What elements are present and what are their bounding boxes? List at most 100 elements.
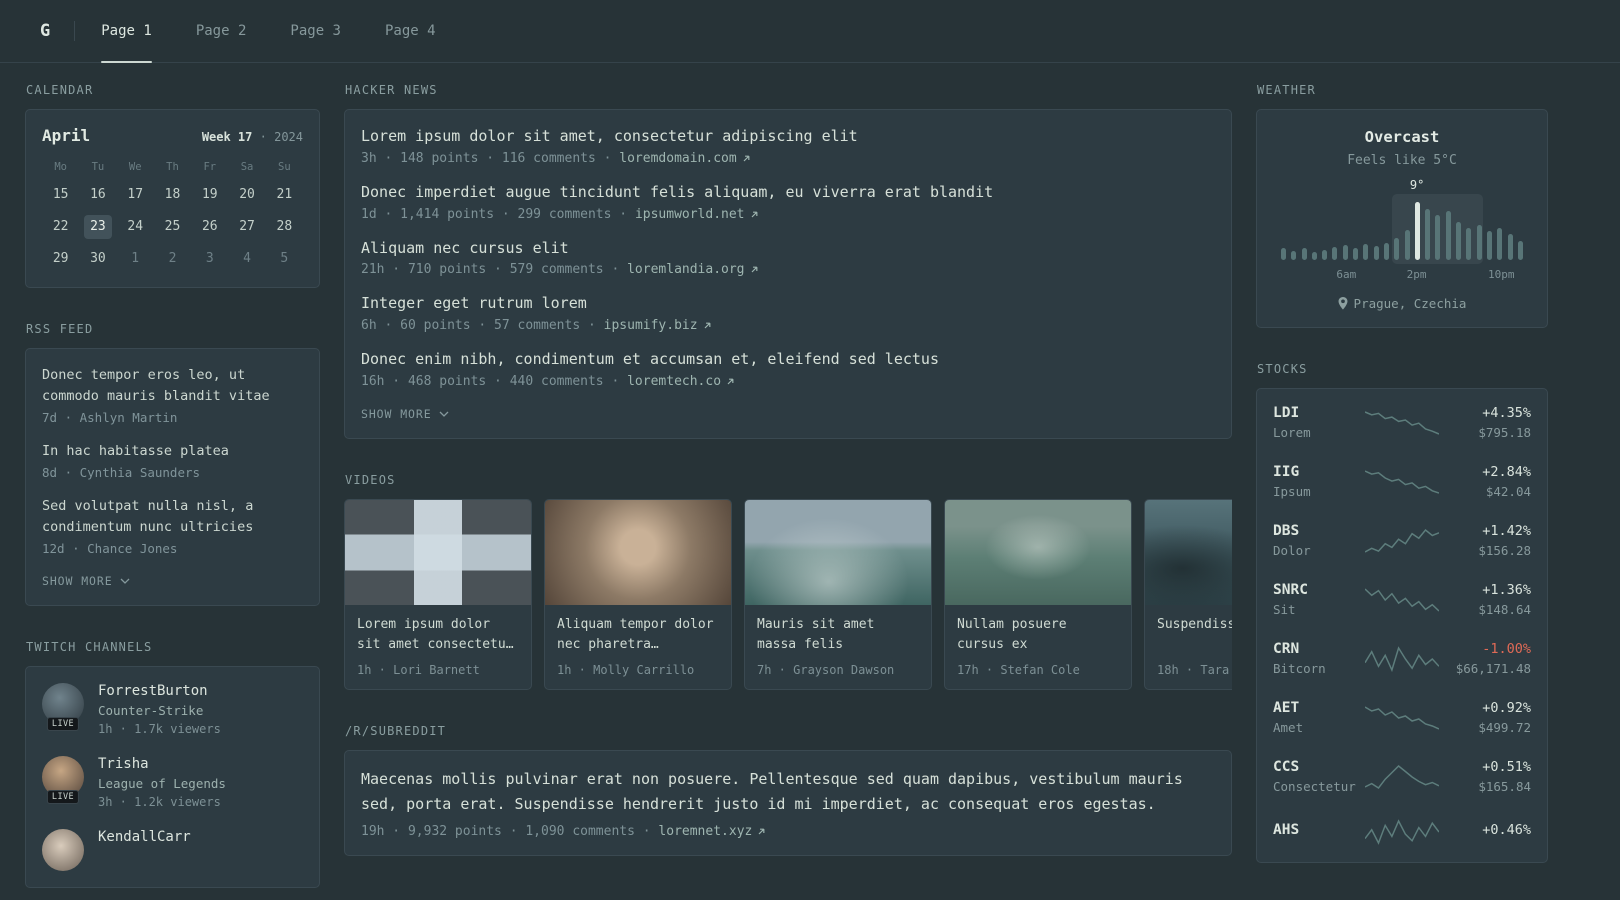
calendar-day: 18 [164, 187, 181, 202]
rss-widget-header: RSS FEED [26, 322, 94, 336]
twitch-channel-game: League of Legends [98, 775, 226, 791]
hn-item-domain-link[interactable]: loremdomain.com [619, 151, 750, 166]
tab-page-1[interactable]: Page 1 [101, 0, 152, 63]
subreddit-post-domain-link[interactable]: loremnet.xyz [658, 824, 766, 839]
rss-item-title[interactable]: In hac habitasse platea [42, 441, 303, 462]
rss-item-title[interactable]: Sed volutpat nulla nisl, a condimentum n… [42, 496, 303, 538]
video-card[interactable]: Nullam posuere cursus ex 17h · Stefan Co… [944, 498, 1132, 690]
weather-bar [1507, 234, 1513, 260]
weather-bar [1342, 245, 1348, 260]
hn-item-title[interactable]: Integer eget rutrum lorem [361, 293, 1215, 315]
stock-name: Bitcorn [1273, 661, 1326, 676]
stock-row[interactable]: AHS +0.46% [1273, 818, 1531, 846]
stock-price: $148.64 [1478, 602, 1531, 617]
stock-sparkline [1365, 819, 1439, 845]
video-thumbnail [345, 499, 531, 605]
stock-ticker: SNRC [1273, 582, 1308, 598]
hn-show-more-button[interactable]: SHOW MORE [361, 407, 449, 421]
twitch-channel-row[interactable]: KendallCarr [42, 828, 303, 871]
twitch-channel-row[interactable]: LIVE ForrestBurton Counter-Strike 1h · 1… [42, 682, 303, 736]
video-card[interactable]: Aliquam tempor dolor nec pharetra… 1h · … [544, 498, 732, 690]
rss-show-more-button[interactable]: SHOW MORE [42, 574, 130, 588]
twitch-widget: TWITCH CHANNELS LIVE ForrestBurton Count… [25, 640, 320, 888]
rss-item-title[interactable]: Donec tempor eros leo, ut commodo mauris… [42, 365, 303, 407]
stock-name: Lorem [1273, 425, 1311, 440]
live-badge: LIVE [46, 789, 80, 804]
calendar-day: 21 [276, 187, 293, 202]
tab-page-3[interactable]: Page 3 [290, 0, 341, 62]
stock-row[interactable]: CCS Consectetur +0.51% $165.84 [1273, 759, 1531, 794]
subreddit-post-title[interactable]: Maecenas mollis pulvinar erat non posuer… [361, 767, 1215, 817]
logo-divider [74, 21, 76, 41]
stock-row[interactable]: DBS Dolor +1.42% $156.28 [1273, 523, 1531, 558]
hn-item-title[interactable]: Aliquam nec cursus elit [361, 238, 1215, 260]
calendar-day: 5 [280, 251, 289, 266]
weather-bar [1322, 250, 1328, 260]
stock-change: +2.84% [1482, 464, 1531, 480]
stock-change: -1.00% [1482, 641, 1531, 657]
stock-price: $42.04 [1485, 484, 1531, 499]
video-title: Suspendisse diam [1157, 616, 1232, 632]
rss-item-meta: 7d · Ashlyn Martin [42, 409, 178, 425]
weather-bar [1476, 225, 1482, 260]
hn-item-title[interactable]: Donec imperdiet augue tincidunt felis al… [361, 182, 1215, 204]
hn-item-domain-link[interactable]: loremlandia.org [627, 262, 758, 277]
weather-chart: 9° [1281, 178, 1523, 264]
hackernews-card: Lorem ipsum dolor sit amet, consectetur … [344, 109, 1232, 439]
stock-sparkline [1365, 587, 1439, 612]
tab-page-4[interactable]: Page 4 [385, 0, 436, 62]
stocks-widget-header: STOCKS [1257, 362, 1308, 376]
video-card[interactable]: Mauris sit amet massa felis 7h · Grayson… [744, 498, 932, 690]
calendar-dates: 15 16 17 18 19 20 21 22 23 24 25 26 27 28 29 30 1 2 3 4 5 [42, 183, 303, 271]
weather-bar [1497, 228, 1503, 260]
video-card[interactable]: Suspendisse diam 18h · Tara [1144, 498, 1232, 690]
weather-location: Prague, Czechia [1275, 296, 1529, 311]
stock-row[interactable]: CRN Bitcorn -1.00% $66,171.48 [1273, 641, 1531, 676]
avatar [42, 828, 84, 871]
rss-item: Donec tempor eros leo, ut commodo mauris… [42, 365, 303, 425]
weather-time-labels: 6am 2pm 10pm [1281, 268, 1523, 282]
hn-item-title[interactable]: Donec enim nibh, condimentum et accumsan… [361, 349, 1215, 371]
video-card[interactable]: Lorem ipsum dolor sit amet consectetu… 1… [344, 498, 532, 690]
dashboard: CALENDAR April Week 17 · 2024 Mo Tu We T… [25, 63, 1548, 900]
weekday-label: Su [278, 161, 291, 173]
calendar-day: 15 [52, 187, 69, 202]
hn-item-domain-link[interactable]: loremtech.co [627, 374, 735, 389]
stocks-widget: STOCKS LDI Lorem +4.35% $795.18 IIG Ipsum +2.8… [1256, 362, 1548, 863]
hn-item-stats: 1d · 1,414 points · 299 comments · [361, 206, 635, 222]
weather-widget-header: WEATHER [1257, 83, 1316, 97]
stock-name: Ipsum [1273, 484, 1311, 499]
calendar-day: 25 [164, 219, 181, 234]
calendar-day: 1 [131, 251, 140, 266]
stock-row[interactable]: SNRC Sit +1.36% $148.64 [1273, 582, 1531, 617]
hn-item-domain-link[interactable]: ipsumworld.net [635, 207, 759, 222]
video-meta: 18h · Tara [1157, 662, 1230, 677]
twitch-channel-row[interactable]: LIVE Trisha League of Legends 3h · 1.2k … [42, 755, 303, 809]
center-column: HACKER NEWS Lorem ipsum dolor sit amet, … [344, 83, 1232, 890]
hn-item-domain-link[interactable]: ipsumify.biz [604, 318, 712, 333]
app-logo[interactable]: G [40, 21, 74, 41]
hn-item: Donec enim nibh, condimentum et accumsan… [361, 349, 1215, 389]
subreddit-card: Maecenas mollis pulvinar erat non posuer… [344, 749, 1232, 857]
stock-sparkline [1365, 528, 1439, 553]
external-link-icon [751, 266, 757, 273]
stock-row[interactable]: LDI Lorem +4.35% $795.18 [1273, 405, 1531, 440]
weather-bar [1353, 248, 1359, 260]
hn-item-title[interactable]: Lorem ipsum dolor sit amet, consectetur … [361, 126, 1215, 148]
weather-bar [1486, 231, 1492, 260]
weather-bar [1311, 252, 1317, 260]
stock-row[interactable]: AET Amet +0.92% $499.72 [1273, 700, 1531, 735]
calendar-week-separator: · [259, 130, 267, 144]
video-title: Nullam posuere cursus ex [957, 616, 1067, 652]
videos-widget: VIDEOS Lorem ipsum dolor sit amet consec… [344, 473, 1232, 690]
rss-item: Sed volutpat nulla nisl, a condimentum n… [42, 496, 303, 556]
weather-bar [1435, 215, 1441, 260]
weather-bar [1404, 230, 1410, 260]
weather-bar [1394, 238, 1400, 260]
hn-item: Donec imperdiet augue tincidunt felis al… [361, 182, 1215, 222]
show-more-label: SHOW MORE [42, 573, 113, 588]
stock-row[interactable]: IIG Ipsum +2.84% $42.04 [1273, 464, 1531, 499]
stock-change: +0.46% [1482, 822, 1531, 838]
weather-bar [1291, 251, 1297, 260]
tab-page-2[interactable]: Page 2 [196, 0, 247, 62]
